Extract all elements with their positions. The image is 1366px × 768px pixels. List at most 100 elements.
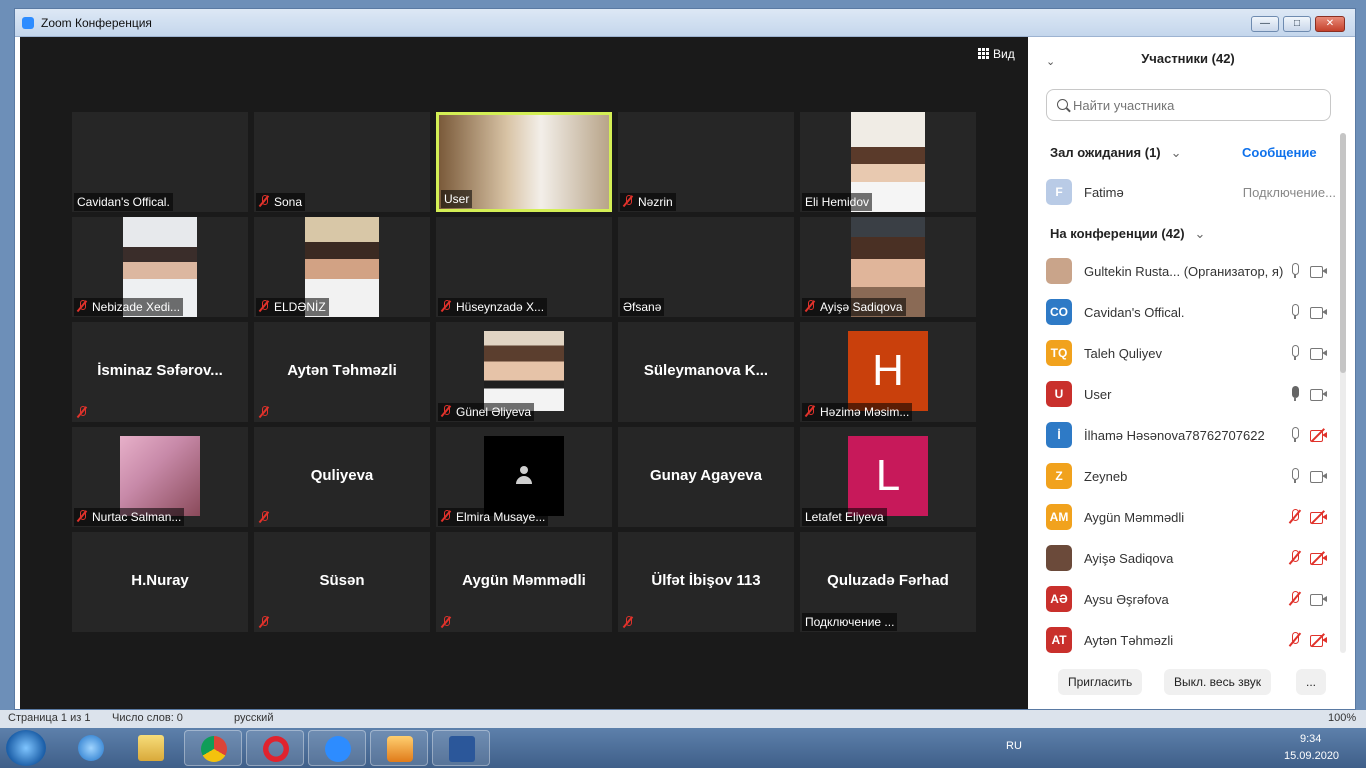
invite-button[interactable]: Пригласить bbox=[1058, 669, 1143, 695]
search-input[interactable] bbox=[1073, 96, 1323, 114]
user-icon bbox=[515, 466, 533, 484]
in-meeting-header[interactable]: На конференции (42) ⌄ bbox=[1050, 226, 1205, 242]
avatar bbox=[1046, 258, 1072, 284]
camera-icon[interactable] bbox=[1310, 348, 1328, 360]
mic-icon[interactable] bbox=[1289, 468, 1301, 483]
video-tile[interactable]: Eli Hemidov bbox=[800, 112, 976, 212]
video-tile[interactable]: Günel Əliyeva bbox=[436, 322, 612, 422]
camera-icon[interactable] bbox=[1310, 307, 1328, 319]
close-button[interactable]: ✕ bbox=[1315, 16, 1345, 32]
page-count: Страница 1 из 1 bbox=[8, 712, 91, 724]
connecting-status: Подключение ... bbox=[802, 613, 898, 631]
participant-row[interactable]: Ayişə Sadiqova bbox=[1046, 537, 1336, 578]
video-tile[interactable]: Sona bbox=[254, 112, 430, 212]
video-tile[interactable]: H.Nuray bbox=[72, 532, 248, 632]
video-tile[interactable]: İsminaz Səfərov... bbox=[72, 322, 248, 422]
scrollbar[interactable] bbox=[1340, 133, 1346, 653]
video-tile[interactable]: Aygün Məmmədli bbox=[436, 532, 612, 632]
video-tile[interactable]: Quluzadə Fərhad Подключение ... bbox=[800, 532, 976, 632]
keyboard-language[interactable]: RU bbox=[1006, 740, 1022, 752]
avatar bbox=[1046, 545, 1072, 571]
start-button[interactable] bbox=[6, 730, 46, 766]
participant-row[interactable]: AƏ Aysu Əşrəfova bbox=[1046, 578, 1336, 619]
video-tile[interactable]: User bbox=[436, 112, 612, 212]
taskbar-explorer[interactable] bbox=[122, 730, 180, 766]
participant-row[interactable]: İ İlhamə Həsənova78762707622 bbox=[1046, 414, 1336, 455]
video-tile[interactable]: Elmira Musaye... bbox=[436, 427, 612, 527]
mic-muted-icon bbox=[259, 195, 269, 207]
participant-name-label: Nurtac Salman... bbox=[74, 508, 185, 526]
chevron-down-icon: ⌄ bbox=[1194, 226, 1206, 241]
mic-muted-icon[interactable] bbox=[1289, 509, 1301, 524]
taskbar-media[interactable] bbox=[370, 730, 428, 766]
participant-row[interactable]: TQ Taleh Quliyev bbox=[1046, 332, 1336, 373]
participant-name: Əfsanə bbox=[623, 300, 662, 314]
video-tile[interactable]: Əfsanə bbox=[618, 217, 794, 317]
video-tile[interactable]: Süleymanova K... bbox=[618, 322, 794, 422]
mic-muted-icon[interactable] bbox=[1289, 632, 1301, 647]
taskbar-zoom[interactable] bbox=[308, 730, 366, 766]
view-button[interactable]: Вид bbox=[978, 47, 1015, 61]
mic-muted-icon bbox=[259, 616, 269, 628]
taskbar-chrome[interactable] bbox=[184, 730, 242, 766]
search-box[interactable] bbox=[1046, 89, 1331, 121]
maximize-button[interactable]: □ bbox=[1283, 16, 1311, 32]
video-tile[interactable]: Aytən Təhməzli bbox=[254, 322, 430, 422]
camera-off-icon[interactable] bbox=[1310, 633, 1328, 647]
clock-time[interactable]: 9:34 bbox=[1300, 733, 1321, 745]
participant-name: İlhamə Həsənova78762707622 bbox=[1084, 428, 1265, 443]
mic-icon[interactable] bbox=[1289, 386, 1301, 401]
video-tile[interactable]: Gunay Agayeva bbox=[618, 427, 794, 527]
waiting-participant[interactable]: F Fatimə Подключение... bbox=[1046, 171, 1336, 212]
participant-row[interactable]: AT Aytən Təhməzli bbox=[1046, 619, 1336, 660]
clock-date[interactable]: 15.09.2020 bbox=[1284, 750, 1339, 762]
video-tile[interactable]: Nurtac Salman... bbox=[72, 427, 248, 527]
mute-all-button[interactable]: Выкл. весь звук bbox=[1164, 669, 1272, 695]
waiting-room-header[interactable]: Зал ожидания (1) ⌄ bbox=[1050, 145, 1182, 161]
participant-name-label: Letafet Eliyeva bbox=[802, 508, 887, 526]
video-tile[interactable]: Cavidan's Offical. bbox=[72, 112, 248, 212]
video-tile[interactable]: Hüseynzadə X... bbox=[436, 217, 612, 317]
scrollbar-thumb[interactable] bbox=[1340, 133, 1346, 373]
camera-off-icon[interactable] bbox=[1310, 428, 1328, 442]
participant-row[interactable]: CO Cavidan's Offical. bbox=[1046, 291, 1336, 332]
taskbar-opera[interactable] bbox=[246, 730, 304, 766]
word-icon bbox=[449, 736, 475, 762]
participant-row[interactable]: Z Zeyneb bbox=[1046, 455, 1336, 496]
video-tile[interactable]: Süsən bbox=[254, 532, 430, 632]
taskbar-ie[interactable] bbox=[62, 730, 120, 766]
mic-icon[interactable] bbox=[1289, 304, 1301, 319]
zoom-window: Zoom Конференция — □ ✕ Вид Cavidan's Off… bbox=[14, 8, 1356, 710]
participant-row[interactable]: U User bbox=[1046, 373, 1336, 414]
participant-name: Aygün Məmmədli bbox=[462, 572, 586, 589]
minimize-button[interactable]: — bbox=[1251, 16, 1279, 32]
message-button[interactable]: Сообщение bbox=[1242, 145, 1317, 160]
camera-icon[interactable] bbox=[1310, 471, 1328, 483]
more-button[interactable]: ... bbox=[1296, 669, 1327, 695]
camera-icon[interactable] bbox=[1310, 266, 1328, 278]
avatar: CO bbox=[1046, 299, 1072, 325]
mic-icon[interactable] bbox=[1289, 427, 1301, 442]
camera-icon[interactable] bbox=[1310, 389, 1328, 401]
video-tile[interactable]: L Letafet Eliyeva bbox=[800, 427, 976, 527]
video-tile[interactable]: Ayişə Sadiqova bbox=[800, 217, 976, 317]
participant-row[interactable]: AM Aygün Məmmədli bbox=[1046, 496, 1336, 537]
mic-muted-icon[interactable] bbox=[1289, 550, 1301, 565]
camera-off-icon[interactable] bbox=[1310, 551, 1328, 565]
opera-icon bbox=[263, 736, 289, 762]
video-tile[interactable]: Ülfət İbişov 113 bbox=[618, 532, 794, 632]
video-tile[interactable]: Nebizade Xedi... bbox=[72, 217, 248, 317]
participant-row[interactable]: Gultekin Rusta... (Организатор, я) bbox=[1046, 250, 1336, 291]
video-tile[interactable]: Nəzrin bbox=[618, 112, 794, 212]
participant-name-label: Nəzrin bbox=[620, 193, 676, 211]
mic-muted-icon[interactable] bbox=[1289, 591, 1301, 606]
waiting-room-label: Зал ожидания (1) bbox=[1050, 145, 1161, 160]
video-tile[interactable]: H Həzimə Məsim... bbox=[800, 322, 976, 422]
taskbar-word[interactable] bbox=[432, 730, 490, 766]
camera-icon[interactable] bbox=[1310, 594, 1328, 606]
video-tile[interactable]: Quliyeva bbox=[254, 427, 430, 527]
mic-icon[interactable] bbox=[1289, 263, 1301, 278]
mic-icon[interactable] bbox=[1289, 345, 1301, 360]
camera-off-icon[interactable] bbox=[1310, 510, 1328, 524]
video-tile[interactable]: ELDƏNİZ bbox=[254, 217, 430, 317]
